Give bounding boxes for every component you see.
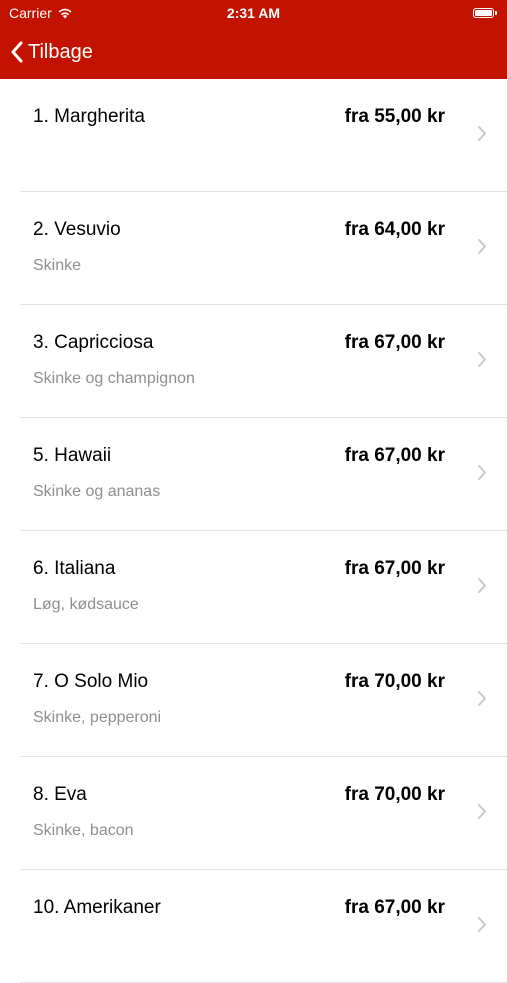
menu-item-description: Skinke og champignon xyxy=(33,370,195,387)
chevron-right-icon xyxy=(477,690,487,707)
back-button[interactable]: Tilbage xyxy=(10,36,93,68)
menu-item-name: 8. Eva xyxy=(33,784,87,805)
menu-item[interactable]: 6. Italiana Løg, kødsauce fra 67,00 kr xyxy=(20,531,507,644)
menu-item-price: fra 70,00 kr xyxy=(344,784,445,805)
menu-item-description: Skinke, bacon xyxy=(33,822,134,839)
menu-list: 1. Margherita fra 55,00 kr 2. Vesuvio Sk… xyxy=(0,79,507,983)
menu-item-description: Løg, kødsauce xyxy=(33,596,139,613)
navigation-header: Carrier 2:31 AM Tilbage xyxy=(0,0,507,79)
chevron-right-icon xyxy=(477,125,487,142)
menu-item[interactable]: 3. Capricciosa Skinke og champignon fra … xyxy=(20,305,507,418)
menu-item[interactable]: 7. O Solo Mio Skinke, pepperoni fra 70,0… xyxy=(20,644,507,757)
menu-item-name: 2. Vesuvio xyxy=(33,219,121,240)
menu-item-name: 10. Amerikaner xyxy=(33,897,161,918)
menu-item-description: Skinke, pepperoni xyxy=(33,709,162,726)
chevron-right-icon xyxy=(477,577,487,594)
chevron-right-icon xyxy=(477,464,487,481)
menu-item-price: fra 67,00 kr xyxy=(344,558,445,579)
status-bar: Carrier 2:31 AM xyxy=(0,0,507,28)
menu-item-name: 3. Capricciosa xyxy=(33,332,154,353)
battery-icon xyxy=(473,7,497,18)
chevron-right-icon xyxy=(477,803,487,820)
menu-item-description: Skinke og ananas xyxy=(33,483,161,500)
menu-item[interactable]: 5. Hawaii Skinke og ananas fra 67,00 kr xyxy=(20,418,507,531)
menu-item[interactable]: 1. Margherita fra 55,00 kr xyxy=(20,79,507,192)
menu-item-name: 7. O Solo Mio xyxy=(33,671,149,692)
chevron-left-icon xyxy=(10,41,23,63)
menu-item[interactable]: 2. Vesuvio Skinke fra 64,00 kr xyxy=(20,192,507,305)
menu-item-price: fra 64,00 kr xyxy=(344,219,445,240)
menu-item[interactable]: 10. Amerikaner fra 67,00 kr xyxy=(20,870,507,983)
menu-item-price: fra 70,00 kr xyxy=(344,671,445,692)
menu-item-name: 5. Hawaii xyxy=(33,445,112,466)
menu-item[interactable]: 8. Eva Skinke, bacon fra 70,00 kr xyxy=(20,757,507,870)
menu-item-price: fra 67,00 kr xyxy=(344,897,445,918)
menu-item-price: fra 67,00 kr xyxy=(344,332,445,353)
menu-item-name: 6. Italiana xyxy=(33,558,116,579)
status-time: 2:31 AM xyxy=(226,5,281,21)
menu-item-price: fra 67,00 kr xyxy=(344,445,445,466)
menu-item-name: 1. Margherita xyxy=(33,106,145,127)
back-label: Tilbage xyxy=(28,40,93,63)
chevron-right-icon xyxy=(477,238,487,255)
chevron-right-icon xyxy=(477,351,487,368)
menu-item-price: fra 55,00 kr xyxy=(344,106,445,127)
chevron-right-icon xyxy=(477,916,487,933)
menu-item-description: Skinke xyxy=(33,257,82,274)
